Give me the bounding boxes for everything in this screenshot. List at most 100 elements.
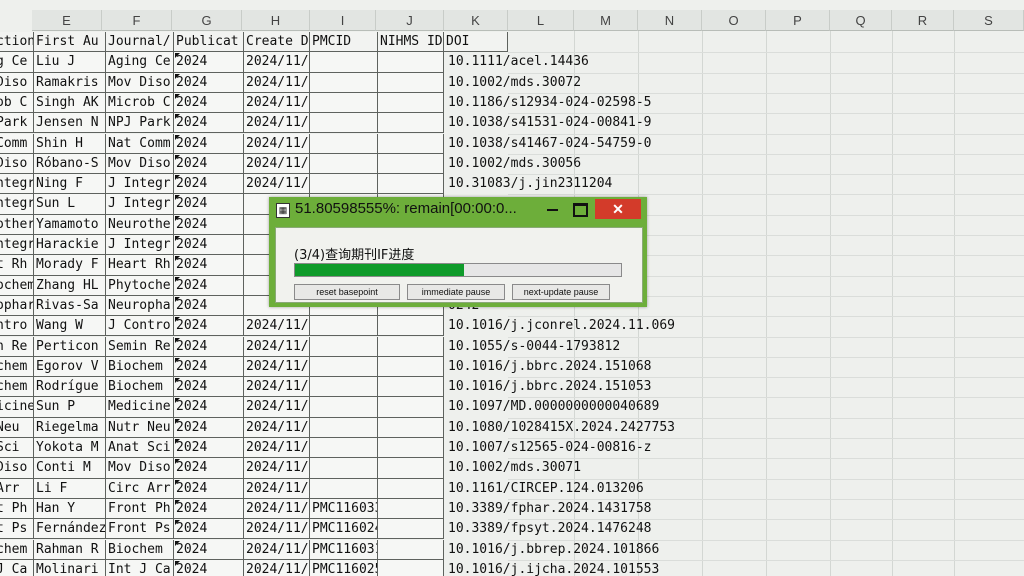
- header-cell[interactable]: NIHMS ID: [378, 32, 444, 53]
- table-cell[interactable]: 2024/11/29: [244, 377, 310, 398]
- doi-cell[interactable]: 10.1038/s41467-024-54759-0: [444, 134, 652, 154]
- table-cell[interactable]: 2024: [174, 336, 244, 357]
- header-cell[interactable]: Journal/: [106, 32, 174, 53]
- minimize-button[interactable]: [539, 199, 565, 219]
- column-header-f[interactable]: F: [102, 10, 172, 31]
- table-cell[interactable]: 2024: [174, 295, 244, 317]
- table-cell[interactable]: Nutr Neu: [106, 417, 174, 438]
- table-cell[interactable]: Riegelma: [34, 417, 106, 438]
- table-cell[interactable]: 2024: [174, 478, 244, 499]
- table-cell[interactable]: Neurothe: [106, 214, 174, 235]
- maximize-button[interactable]: [567, 199, 593, 219]
- table-cell[interactable]: 2024: [174, 255, 244, 276]
- table-cell[interactable]: 2024/11/29: [244, 438, 310, 459]
- table-cell[interactable]: [310, 113, 378, 134]
- table-cell[interactable]: Liu J: [34, 52, 106, 73]
- table-cell[interactable]: 2024: [174, 539, 244, 560]
- column-header-e[interactable]: E: [32, 10, 102, 31]
- table-cell[interactable]: Conti M: [34, 458, 106, 479]
- table-cell[interactable]: Róbano-S: [34, 153, 106, 175]
- table-cell[interactable]: Nat Comm: [106, 133, 174, 154]
- table-cell[interactable]: 2024/11/29: [244, 417, 310, 438]
- table-cell[interactable]: Morady F: [34, 255, 106, 276]
- column-header-h[interactable]: H: [242, 10, 310, 31]
- table-cell[interactable]: 2024: [174, 235, 244, 256]
- table-cell[interactable]: 2024: [174, 498, 244, 520]
- table-cell[interactable]: [378, 356, 444, 378]
- table-cell[interactable]: 2024/11/29: [244, 458, 310, 479]
- table-cell[interactable]: 2024: [174, 458, 244, 479]
- table-cell[interactable]: [310, 438, 378, 459]
- doi-cell[interactable]: 10.1016/j.jconrel.2024.11.069: [444, 316, 675, 336]
- table-cell[interactable]: Ning F: [34, 174, 106, 195]
- header-cell[interactable]: DOI: [444, 32, 508, 53]
- table-cell[interactable]: 2024: [174, 92, 244, 114]
- table-cell[interactable]: [310, 377, 378, 398]
- doi-cell[interactable]: 10.1111/acel.14436: [444, 52, 589, 72]
- doi-cell[interactable]: 10.1097/MD.0000000000040689: [444, 397, 659, 417]
- table-cell[interactable]: J Integr: [106, 174, 174, 195]
- table-cell[interactable]: 2024: [174, 397, 244, 418]
- table-cell[interactable]: 2024: [174, 52, 244, 73]
- table-cell[interactable]: [310, 458, 378, 479]
- table-cell[interactable]: Int J Ca: [106, 559, 174, 576]
- table-cell[interactable]: J Integr: [106, 194, 174, 215]
- table-cell[interactable]: [310, 153, 378, 175]
- doi-cell[interactable]: 10.3389/fpsyt.2024.1476248: [444, 519, 652, 539]
- header-cell[interactable]: Create D: [244, 32, 310, 53]
- doi-cell[interactable]: 10.1007/s12565-024-00816-z: [444, 438, 652, 458]
- table-cell[interactable]: 2024: [174, 214, 244, 235]
- table-cell[interactable]: Biochem: [106, 356, 174, 378]
- table-cell[interactable]: Phytoche: [106, 275, 174, 296]
- table-cell[interactable]: [378, 458, 444, 479]
- table-cell[interactable]: Front Ps: [106, 519, 174, 540]
- table-cell[interactable]: Biochem: [106, 377, 174, 398]
- table-cell[interactable]: Jensen N: [34, 113, 106, 134]
- column-header-m[interactable]: M: [574, 10, 638, 31]
- table-cell[interactable]: 2024: [174, 72, 244, 93]
- table-cell[interactable]: [310, 92, 378, 114]
- table-cell[interactable]: Ramakris: [34, 72, 106, 93]
- table-cell[interactable]: [310, 478, 378, 499]
- table-cell[interactable]: [378, 153, 444, 175]
- table-cell[interactable]: icine: [0, 397, 34, 418]
- table-cell[interactable]: ob C: [0, 92, 34, 114]
- table-cell[interactable]: 2024: [174, 275, 244, 296]
- table-cell[interactable]: Yokota M: [34, 438, 106, 459]
- table-cell[interactable]: 2024: [174, 356, 244, 378]
- column-header-g[interactable]: G: [172, 10, 242, 31]
- table-cell[interactable]: Front Ph: [106, 498, 174, 520]
- doi-cell[interactable]: 10.1016/j.bbrc.2024.151068: [444, 357, 652, 377]
- table-cell[interactable]: 2024: [174, 153, 244, 175]
- table-cell[interactable]: 2024/11/29: [244, 153, 310, 175]
- table-cell[interactable]: Sun P: [34, 397, 106, 418]
- table-cell[interactable]: 2024: [174, 316, 244, 337]
- table-cell[interactable]: 2024: [174, 417, 244, 438]
- table-cell[interactable]: [310, 336, 378, 357]
- table-cell[interactable]: chem: [0, 377, 34, 398]
- reset-basepoint-button[interactable]: reset basepoint: [294, 284, 400, 300]
- table-cell[interactable]: Egorov V: [34, 356, 106, 378]
- table-cell[interactable]: Mov Diso: [106, 458, 174, 479]
- table-cell[interactable]: 2024: [174, 377, 244, 398]
- table-cell[interactable]: [310, 72, 378, 93]
- table-cell[interactable]: J Ca: [0, 559, 34, 576]
- table-cell[interactable]: [310, 52, 378, 73]
- doi-cell[interactable]: 10.1016/j.bbrc.2024.151053: [444, 377, 652, 397]
- table-cell[interactable]: Park: [0, 113, 34, 134]
- dialog-title-bar[interactable]: ▦ 51.80598555%: remain[00:00:0... ✕: [269, 197, 647, 223]
- table-cell[interactable]: 2024/11/29: [244, 478, 310, 499]
- table-cell[interactable]: 2024/11/: [244, 498, 310, 520]
- table-cell[interactable]: Anat Sci: [106, 438, 174, 459]
- table-cell[interactable]: Rivas-Sa: [34, 295, 106, 317]
- doi-cell[interactable]: 10.31083/j.jin2311204: [444, 174, 612, 194]
- table-cell[interactable]: [310, 356, 378, 378]
- immediate-pause-button[interactable]: immediate pause: [407, 284, 505, 300]
- table-cell[interactable]: 2024/11/29: [244, 174, 310, 195]
- table-cell[interactable]: PMC11603362: [310, 498, 378, 520]
- table-cell[interactable]: t Rh: [0, 255, 34, 276]
- header-cell[interactable]: Publicat: [174, 32, 244, 53]
- table-cell[interactable]: Rahman R: [34, 539, 106, 560]
- table-cell[interactable]: [378, 92, 444, 114]
- table-cell[interactable]: Diso: [0, 458, 34, 479]
